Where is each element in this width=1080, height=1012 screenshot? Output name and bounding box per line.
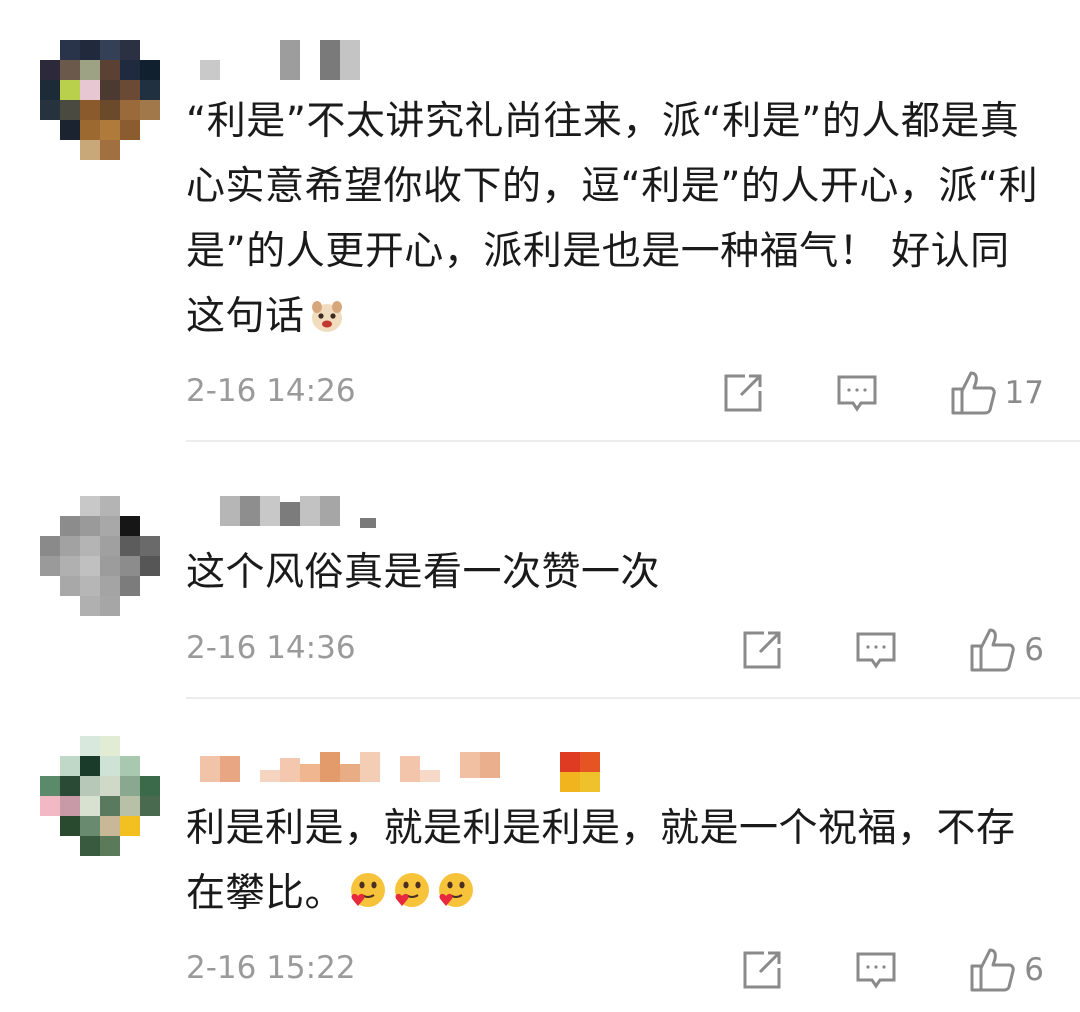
comment-time: 2-16 15:22 [186, 950, 356, 986]
doge-face-icon [309, 299, 345, 335]
divider [186, 697, 1080, 699]
comment-actions: 6 [740, 626, 1044, 674]
share-icon [724, 374, 762, 412]
thumbs-up-icon [970, 628, 1016, 672]
divider [186, 440, 1080, 442]
like-count: 6 [1024, 632, 1044, 668]
comment-time: 2-16 14:36 [186, 630, 356, 666]
username-mosaic[interactable] [186, 752, 606, 792]
comment-actions: 17 [721, 369, 1044, 417]
share-button[interactable] [740, 628, 784, 672]
share-icon [743, 631, 781, 669]
comment-time: 2-16 14:26 [186, 373, 356, 409]
comment-icon [856, 632, 896, 669]
like-count: 17 [1004, 375, 1044, 411]
username-mosaic[interactable] [186, 40, 386, 80]
like-button[interactable]: 17 [949, 369, 1044, 417]
comment-text: 这个风俗真是看一次赞一次 [186, 550, 661, 595]
like-count: 6 [1024, 952, 1044, 988]
heart-hug-face-icon [348, 870, 480, 912]
share-button[interactable] [740, 948, 784, 992]
like-button[interactable]: 6 [968, 626, 1044, 674]
share-button[interactable] [721, 371, 765, 415]
comment-icon [856, 952, 896, 989]
like-button[interactable]: 6 [968, 946, 1044, 994]
avatar[interactable] [40, 40, 160, 160]
comment-actions: 6 [740, 946, 1044, 994]
reply-button[interactable] [835, 371, 879, 415]
username-mosaic[interactable] [186, 496, 386, 536]
thumbs-up-icon [951, 371, 996, 415]
thumbs-up-icon [970, 948, 1016, 992]
share-icon [743, 951, 781, 989]
avatar[interactable] [40, 736, 160, 856]
reply-button[interactable] [854, 948, 898, 992]
reply-button[interactable] [854, 628, 898, 672]
comment-text: “利是”不太讲究礼尚往来，派“利是”的人都是真心实意希望你收下的，逗“利是”的人… [186, 99, 1039, 339]
comment-text: 利是利是，就是利是利是，就是一个祝福，不存在攀比。 [186, 806, 1016, 916]
comment-icon [837, 375, 877, 412]
avatar[interactable] [40, 496, 160, 616]
